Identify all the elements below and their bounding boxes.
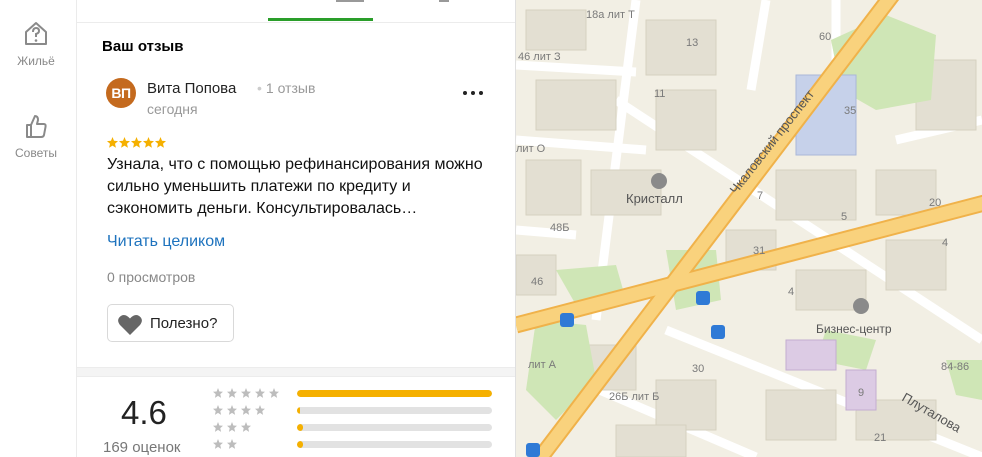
more-dots-icon [463, 91, 467, 95]
star-icon [155, 137, 166, 148]
star-outline-icon [213, 422, 223, 432]
star-outline-icon [269, 388, 279, 398]
view-count: 0 просмотров [107, 269, 196, 285]
star-icon [131, 137, 142, 148]
separator-dot: • [257, 80, 262, 96]
star-outline-icon [255, 405, 265, 415]
rail-item-tips[interactable]: Советы [0, 110, 72, 160]
tab-bar [77, 0, 515, 23]
house-number: 18а лит Т [586, 9, 635, 21]
star-outline-icon [227, 388, 237, 398]
house-number: 60 [819, 31, 831, 43]
star-icon [107, 137, 118, 148]
rail-item-label: Жильё [17, 54, 55, 68]
distribution-bar-fill [297, 390, 492, 397]
tab-stub[interactable] [439, 0, 449, 2]
distribution-bar-track [297, 407, 492, 414]
house-number: лит О [516, 143, 546, 155]
review-date: сегодня [147, 101, 198, 117]
active-tab-indicator [268, 18, 373, 21]
distribution-bar-fill [297, 424, 303, 431]
house-number: 31 [753, 245, 765, 257]
star-outline-icon [227, 405, 237, 415]
distribution-bar-fill [297, 407, 300, 414]
house-number: 48Б [550, 222, 569, 234]
star-outline-icon [227, 439, 237, 449]
house-number: 11 [654, 88, 665, 100]
house-number: 46 [531, 276, 543, 288]
house-number: 4 [942, 237, 948, 249]
rating-distribution-row [213, 404, 493, 418]
house-number: 9 [858, 387, 864, 399]
house-question-icon [25, 22, 47, 45]
distribution-bar-track [297, 441, 492, 448]
thumbs-up-icon [26, 115, 47, 138]
helpful-button[interactable]: Полезно? [107, 304, 234, 342]
rating-value: 4.6 [121, 394, 167, 431]
rating-count: 169 оценок [103, 439, 181, 456]
star-outline-icon [255, 388, 265, 398]
house-number: 4 [788, 286, 794, 298]
author-review-count: • 1 отзыв [257, 80, 315, 96]
review-panel: Ваш отзыв ВП Вита Попова • 1 отзыв сегодн… [76, 0, 516, 457]
house-number: 13 [686, 37, 698, 49]
rating-distribution-row [213, 387, 493, 401]
house-number: 30 [692, 363, 704, 375]
more-dots-icon [471, 91, 475, 95]
house-number: 5 [841, 211, 847, 223]
star-outline-icon [241, 422, 251, 432]
star-icon [143, 137, 154, 148]
rail-item-label: Советы [15, 146, 57, 160]
star-outline-icon [241, 405, 251, 415]
star-outline-icon [241, 388, 251, 398]
house-number: 21 [874, 432, 886, 444]
house-number: 35 [844, 105, 856, 117]
left-rail: Жильё Советы [0, 0, 76, 457]
map[interactable]: Чкаловский проспект Плуталова Кристалл Б… [516, 0, 982, 457]
review-text: Узнала, что с помощью рефинансирования м… [107, 156, 483, 217]
more-dots-icon [479, 91, 483, 95]
heart-icon [118, 315, 142, 335]
map-canvas[interactable]: Чкаловский проспект Плуталова Кристалл Б… [516, 0, 982, 457]
poi-label[interactable]: Бизнес-центр [816, 322, 892, 336]
read-more-link[interactable]: Читать целиком [107, 233, 225, 251]
distribution-bar-track [297, 424, 492, 431]
house-number: лит А [528, 359, 557, 371]
rating-distribution-row [213, 438, 493, 452]
star-outline-icon [213, 405, 223, 415]
star-outline-icon [213, 388, 223, 398]
section-divider [77, 367, 515, 377]
helpful-label: Полезно? [150, 315, 218, 332]
star-outline-icon [213, 439, 223, 449]
rail-item-housing[interactable]: Жильё [0, 18, 72, 68]
star-outline-icon [227, 422, 237, 432]
distribution-bar-track [297, 390, 492, 397]
review-heading: Ваш отзыв [102, 38, 184, 55]
poi-label[interactable]: Кристалл [626, 191, 683, 206]
rating-distribution-row [213, 421, 493, 435]
distribution-bar-fill [297, 441, 303, 448]
tab-stub[interactable] [336, 0, 364, 2]
author-name[interactable]: Вита Попова [147, 80, 236, 97]
house-number: 46 лит З [518, 51, 561, 63]
house-number: 20 [929, 197, 941, 209]
author-reviews: 1 отзыв [265, 80, 316, 96]
house-number: 7 [757, 190, 763, 202]
more-menu-button[interactable] [461, 82, 485, 102]
house-number: 84-86 [941, 361, 969, 373]
avatar[interactable]: ВП [106, 78, 136, 108]
star-icon [119, 137, 130, 148]
house-number: 26Б лит Б [609, 391, 659, 403]
